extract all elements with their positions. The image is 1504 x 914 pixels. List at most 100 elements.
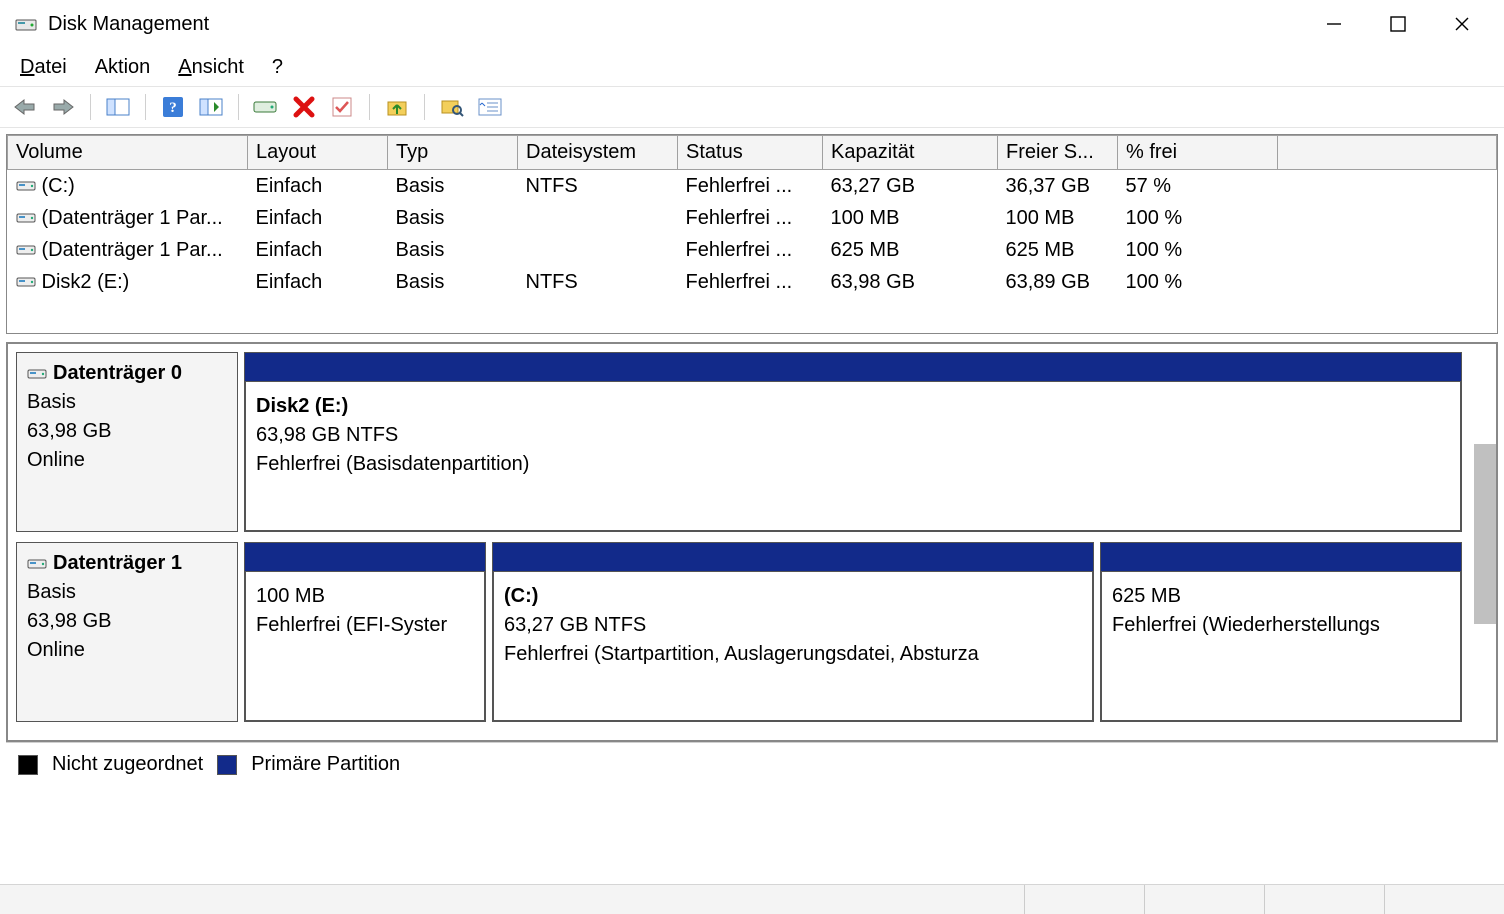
folder-up-icon[interactable] <box>382 92 412 122</box>
disk-icon <box>27 557 47 571</box>
volume-free: 625 MB <box>998 234 1118 266</box>
legend: Nicht zugeordnet Primäre Partition <box>6 742 1498 786</box>
volume-row[interactable]: (C:)EinfachBasisNTFSFehlerfrei ...63,27 … <box>8 170 1497 203</box>
disk-type: Basis <box>27 578 227 607</box>
partition-body: 100 MBFehlerfrei (EFI-Syster <box>245 571 485 721</box>
refresh-gui-button[interactable] <box>196 92 226 122</box>
volume-typ: Basis <box>388 202 518 234</box>
window-maximize-button[interactable] <box>1366 0 1430 48</box>
column-header-free[interactable]: Freier S... <box>998 136 1118 170</box>
partition-body: (C:)63,27 GB NTFSFehlerfrei (Startpartit… <box>493 571 1093 721</box>
toolbar: ? <box>0 86 1504 128</box>
disk-title: Datenträger 0 <box>53 359 182 388</box>
help-button[interactable]: ? <box>158 92 188 122</box>
partition-header <box>493 543 1093 571</box>
volume-cap: 625 MB <box>823 234 998 266</box>
volume-name: (Datenträger 1 Par... <box>42 239 223 262</box>
partition-size: 100 MB <box>256 582 474 611</box>
forward-button[interactable] <box>48 92 78 122</box>
menu-aktion[interactable]: Aktion <box>95 56 151 79</box>
partition-status: Fehlerfrei (Wiederherstellungs <box>1112 611 1450 640</box>
window-minimize-button[interactable] <box>1302 0 1366 48</box>
partition-box[interactable]: 625 MBFehlerfrei (Wiederherstellungs <box>1100 542 1462 722</box>
disk-icon <box>16 211 36 225</box>
legend-label-primary: Primäre Partition <box>251 753 400 776</box>
volume-layout: Einfach <box>248 170 388 203</box>
volume-pct: 100 % <box>1118 266 1278 298</box>
list-options-icon[interactable] <box>475 92 505 122</box>
column-header-volume[interactable]: Volume <box>8 136 248 170</box>
partition-header <box>245 353 1461 381</box>
disk-label-box[interactable]: Datenträger 1Basis63,98 GBOnline <box>16 542 238 722</box>
partitions-area: Disk2 (E:)63,98 GB NTFSFehlerfrei (Basis… <box>244 352 1462 532</box>
folder-search-icon[interactable] <box>437 92 467 122</box>
volume-cap: 100 MB <box>823 202 998 234</box>
volume-layout: Einfach <box>248 266 388 298</box>
volume-list: Volume Layout Typ Dateisystem Status Kap… <box>6 134 1498 334</box>
volume-free: 36,37 GB <box>998 170 1118 203</box>
volume-name: (C:) <box>42 175 75 198</box>
window-close-button[interactable] <box>1430 0 1494 48</box>
partition-header <box>245 543 485 571</box>
window-titlebar: Disk Management <box>0 0 1504 48</box>
partition-body: Disk2 (E:)63,98 GB NTFSFehlerfrei (Basis… <box>245 381 1461 531</box>
disk-row: Datenträger 0Basis63,98 GBOnlineDisk2 (E… <box>16 352 1488 532</box>
disk-mgmt-icon <box>14 12 38 36</box>
volume-name: (Datenträger 1 Par... <box>42 207 223 230</box>
partition-size: 63,27 GB NTFS <box>504 611 1082 640</box>
back-button[interactable] <box>10 92 40 122</box>
volume-status: Fehlerfrei ... <box>678 202 823 234</box>
content-area: Volume Layout Typ Dateisystem Status Kap… <box>0 128 1504 786</box>
menu-help[interactable]: ? <box>272 56 283 79</box>
disk-size: 63,98 GB <box>27 417 227 446</box>
partition-box[interactable]: (C:)63,27 GB NTFSFehlerfrei (Startpartit… <box>492 542 1094 722</box>
disk-row: Datenträger 1Basis63,98 GBOnline100 MBFe… <box>16 542 1488 722</box>
column-header-pct[interactable]: % frei <box>1118 136 1278 170</box>
partition-box[interactable]: Disk2 (E:)63,98 GB NTFSFehlerfrei (Basis… <box>244 352 1462 532</box>
menu-datei[interactable]: Datei <box>20 56 67 79</box>
volume-typ: Basis <box>388 234 518 266</box>
disk-label-box[interactable]: Datenträger 0Basis63,98 GBOnline <box>16 352 238 532</box>
partition-body: 625 MBFehlerfrei (Wiederherstellungs <box>1101 571 1461 721</box>
volume-cap: 63,27 GB <box>823 170 998 203</box>
properties-check-icon[interactable] <box>327 92 357 122</box>
statusbar <box>0 884 1504 914</box>
disk-icon <box>16 275 36 289</box>
volume-row[interactable]: (Datenträger 1 Par...EinfachBasisFehlerf… <box>8 234 1497 266</box>
column-header-layout[interactable]: Layout <box>248 136 388 170</box>
partition-status: Fehlerfrei (Startpartition, Auslagerungs… <box>504 640 1082 669</box>
partition-header <box>1101 543 1461 571</box>
column-header-fs[interactable]: Dateisystem <box>518 136 678 170</box>
column-header-row: Volume Layout Typ Dateisystem Status Kap… <box>8 136 1497 170</box>
column-header-typ[interactable]: Typ <box>388 136 518 170</box>
volume-status: Fehlerfrei ... <box>678 234 823 266</box>
volume-row[interactable]: Disk2 (E:)EinfachBasisNTFSFehlerfrei ...… <box>8 266 1497 298</box>
disk-icon <box>16 179 36 193</box>
disk-size: 63,98 GB <box>27 607 227 636</box>
menubar: Datei Aktion Ansicht ? <box>0 48 1504 86</box>
show-hide-tree-button[interactable] <box>103 92 133 122</box>
menu-ansicht[interactable]: Ansicht <box>178 56 244 79</box>
partition-size: 625 MB <box>1112 582 1450 611</box>
delete-icon[interactable] <box>289 92 319 122</box>
column-header-cap[interactable]: Kapazität <box>823 136 998 170</box>
disk-graphic-panel: Datenträger 0Basis63,98 GBOnlineDisk2 (E… <box>6 342 1498 742</box>
disk-state: Online <box>27 446 227 475</box>
disk-title: Datenträger 1 <box>53 549 182 578</box>
toolbar-separator <box>369 94 370 120</box>
toolbar-separator <box>238 94 239 120</box>
legend-label-unallocated: Nicht zugeordnet <box>52 753 203 776</box>
partitions-area: 100 MBFehlerfrei (EFI-Syster (C:)63,27 G… <box>244 542 1462 722</box>
volume-cap: 63,98 GB <box>823 266 998 298</box>
volume-status: Fehlerfrei ... <box>678 266 823 298</box>
disk-icon <box>16 243 36 257</box>
toolbar-separator <box>90 94 91 120</box>
partition-title: (C:) <box>504 582 1082 611</box>
svg-text:?: ? <box>169 100 177 116</box>
volume-name: Disk2 (E:) <box>42 271 130 294</box>
volume-row[interactable]: (Datenträger 1 Par...EinfachBasisFehlerf… <box>8 202 1497 234</box>
column-header-status[interactable]: Status <box>678 136 823 170</box>
partition-box[interactable]: 100 MBFehlerfrei (EFI-Syster <box>244 542 486 722</box>
rescan-button[interactable] <box>251 92 281 122</box>
toolbar-separator <box>145 94 146 120</box>
